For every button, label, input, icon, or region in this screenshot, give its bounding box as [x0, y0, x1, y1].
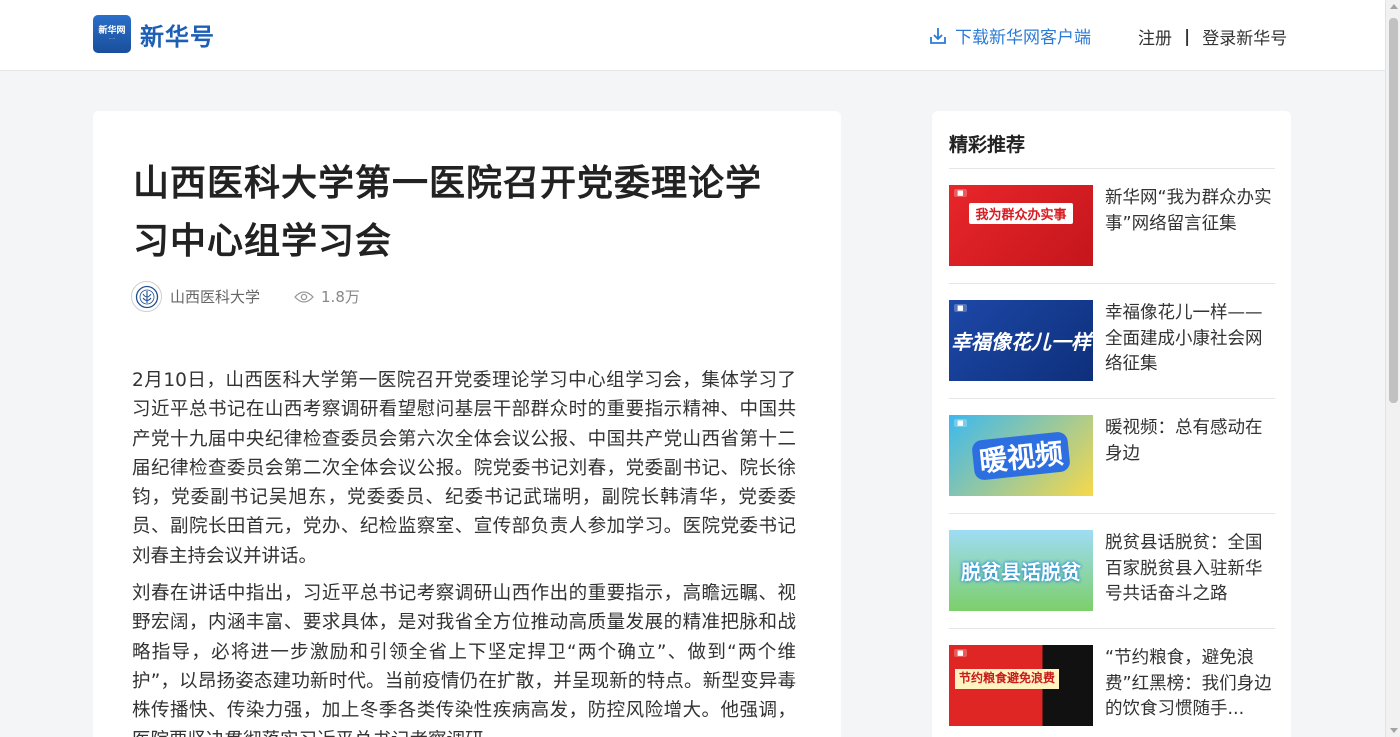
recommend-title[interactable]: 暖视频：总有感动在身边: [1105, 416, 1273, 467]
thumbnail-caption: 我为群众办实事: [969, 203, 1073, 224]
thumbnail-caption: 节约粮食避免浪费: [955, 669, 1060, 689]
recommend-item[interactable]: ■ 我为群众办实事 新华网“我为群众办实事”网络留言征集: [949, 169, 1275, 284]
login-link[interactable]: 登录新华号: [1202, 24, 1287, 49]
page-scrollbar[interactable]: [1385, 0, 1400, 737]
thumbnail-caption: 脱贫县话脱贫: [961, 560, 1081, 584]
download-label: 下载新华网客户端: [955, 28, 1091, 48]
thumb-logo-icon: ■: [954, 189, 967, 197]
logo-text: 新华号: [140, 22, 215, 51]
eye-icon: [294, 290, 314, 303]
recommend-item[interactable]: ■ 暖视频 暖视频：总有感动在身边: [949, 399, 1275, 514]
recommend-title[interactable]: 幸福像花儿一样——全面建成小康社会网络征集: [1105, 301, 1273, 378]
article-paragraph: 刘春在讲话中指出，习近平总书记考察调研山西作出的重要指示，高瞻远瞩、视野宏阔，内…: [132, 583, 796, 737]
article-title: 山西医科大学第一医院召开党委理论学习中心组学习会: [133, 163, 763, 262]
site-logo[interactable]: 新华网 ····· 新华号: [93, 15, 215, 53]
scroll-down-arrow-icon[interactable]: [1390, 728, 1398, 733]
scroll-up-arrow-icon[interactable]: [1390, 4, 1398, 9]
sidebar-heading: 精彩推荐: [949, 134, 1026, 156]
university-emblem-icon: [135, 285, 158, 308]
scrollbar-thumb[interactable]: [1389, 18, 1398, 403]
recommend-item[interactable]: 脱贫县话脱贫 脱贫县话脱贫：全国百家脱贫县入驻新华号共话奋斗之路: [949, 514, 1275, 629]
logo-badge-dots: ·····: [108, 36, 116, 41]
author-name[interactable]: 山西医科大学: [170, 286, 260, 307]
recommend-list: ■ 我为群众办实事 新华网“我为群众办实事”网络留言征集 ■ 幸福像花儿一样 幸…: [949, 168, 1275, 737]
author-avatar[interactable]: [131, 281, 162, 312]
recommend-thumbnail[interactable]: ■ 我为群众办实事: [949, 185, 1093, 266]
recommend-thumbnail[interactable]: ■ 暖视频: [949, 415, 1093, 496]
article-body: 2月10日，山西医科大学第一医院召开党委理论学习中心组学习会，集体学习了习近平总…: [132, 366, 796, 737]
article-paragraph: 2月10日，山西医科大学第一医院召开党委理论学习中心组学习会，集体学习了习近平总…: [132, 370, 796, 567]
download-app-link[interactable]: 下载新华网客户端: [927, 23, 1091, 48]
thumbnail-caption: 暖视频: [971, 430, 1071, 481]
recommend-title[interactable]: 新华网“我为群众办实事”网络留言征集: [1105, 186, 1273, 237]
recommend-item[interactable]: ■ 幸福像花儿一样 幸福像花儿一样——全面建成小康社会网络征集: [949, 284, 1275, 399]
recommend-title[interactable]: “节约粮食，避免浪费”红黑榜：我们身边的饮食习惯随手...: [1105, 646, 1273, 723]
recommend-title[interactable]: 脱贫县话脱贫：全国百家脱贫县入驻新华号共话奋斗之路: [1105, 531, 1273, 608]
recommend-thumbnail[interactable]: 脱贫县话脱贫: [949, 530, 1093, 611]
auth-links: 注册 | 登录新华号: [1138, 24, 1287, 50]
thumb-logo-icon: ■: [954, 649, 967, 657]
auth-separator: |: [1184, 26, 1191, 47]
logo-badge: 新华网 ·····: [93, 15, 131, 53]
view-count: 1.8万: [294, 286, 360, 307]
thumbnail-caption: 幸福像花儿一样: [951, 330, 1091, 354]
recommend-item[interactable]: ■ 节约粮食避免浪费 “节约粮食，避免浪费”红黑榜：我们身边的饮食习惯随手...: [949, 629, 1275, 737]
article-meta: 山西医科大学 1.8万: [131, 281, 360, 312]
download-icon: [930, 27, 946, 44]
recommend-thumbnail[interactable]: ■ 幸福像花儿一样: [949, 300, 1093, 381]
thumb-logo-icon: ■: [954, 419, 967, 427]
top-header: 新华网 ····· 新华号 下载新华网客户端 注册 | 登录新华号: [0, 0, 1385, 71]
view-count-value: 1.8万: [321, 288, 360, 306]
article-card: 山西医科大学第一医院召开党委理论学习中心组学习会 山西医科大学 1.8万 2月1…: [93, 111, 841, 737]
thumb-logo-icon: ■: [954, 304, 967, 312]
register-link[interactable]: 注册: [1138, 24, 1172, 49]
recommend-sidebar: 精彩推荐 ■ 我为群众办实事 新华网“我为群众办实事”网络留言征集 ■ 幸福像花…: [932, 111, 1291, 737]
recommend-thumbnail[interactable]: ■ 节约粮食避免浪费: [949, 645, 1093, 726]
